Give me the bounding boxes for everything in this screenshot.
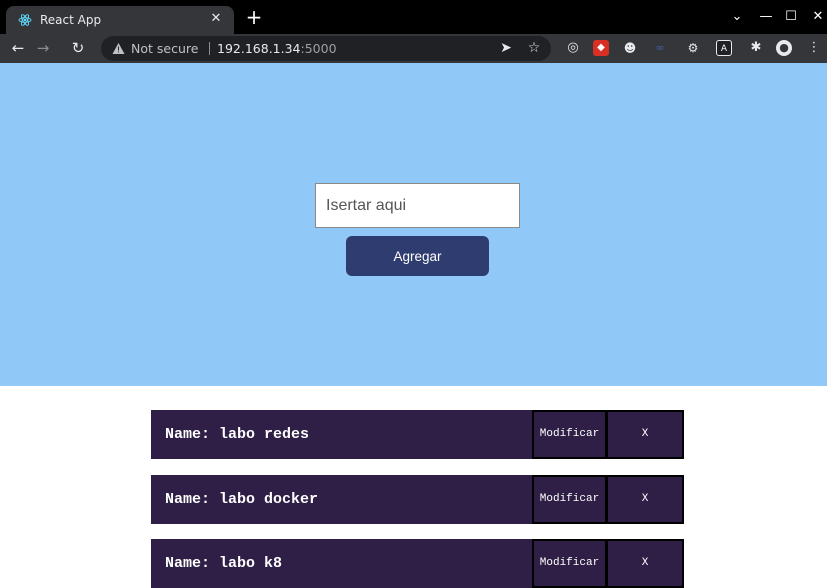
star-icon[interactable]: ☆ — [525, 39, 543, 57]
url-host: 192.168.1.34 — [217, 41, 301, 56]
item-name-value: labo docker — [219, 491, 319, 508]
security-status[interactable]: Not secure — [131, 41, 198, 56]
maximize-button[interactable]: ☐ — [781, 7, 801, 27]
add-button[interactable]: Agregar — [346, 236, 489, 276]
delete-button[interactable]: X — [606, 539, 684, 588]
tab-search-icon[interactable]: ⌄ — [727, 7, 747, 27]
forward-button[interactable]: → — [33, 38, 53, 58]
react-icon — [18, 14, 32, 26]
warning-icon — [112, 43, 125, 54]
delete-button[interactable]: X — [606, 410, 684, 459]
item-name-value: labo k8 — [219, 555, 283, 572]
extension-target-icon[interactable]: ◎ — [565, 40, 581, 56]
url-text[interactable]: 192.168.1.34:5000 — [217, 41, 337, 56]
list-item: Name: labo redes Modificar X — [151, 410, 684, 459]
menu-kebab-icon[interactable]: ⋮ — [806, 40, 822, 56]
item-name-value: labo redes — [219, 426, 310, 443]
new-tab-button[interactable]: + — [244, 7, 264, 28]
list-item: Name: labo docker Modificar X — [151, 475, 684, 524]
form-section: Agregar — [0, 63, 827, 386]
extension-gear-icon[interactable]: ⚙ — [685, 40, 701, 56]
back-button[interactable]: ← — [8, 38, 28, 58]
item-name: Name: labo docker — [165, 475, 318, 524]
close-window-button[interactable]: ✕ — [808, 7, 827, 27]
send-icon[interactable]: ➤ — [497, 39, 515, 57]
omnibox-divider — [209, 42, 210, 55]
reload-button[interactable]: ↻ — [68, 38, 88, 58]
item-name-label: Name: — [165, 491, 211, 508]
item-name-input[interactable] — [315, 183, 520, 228]
tab-title: React App — [40, 13, 102, 27]
extensions-puzzle-icon[interactable]: ✱ — [748, 40, 764, 56]
minimize-button[interactable]: — — [756, 7, 776, 27]
edit-button[interactable]: Modificar — [532, 539, 607, 588]
url-port: :5000 — [300, 41, 337, 56]
edit-button[interactable]: Modificar — [532, 410, 607, 459]
profile-avatar-icon[interactable]: ● — [776, 40, 792, 56]
item-name-label: Name: — [165, 555, 211, 572]
edit-button[interactable]: Modificar — [532, 475, 607, 524]
extension-a-icon[interactable]: A — [716, 40, 732, 56]
item-name: Name: labo redes — [165, 410, 309, 459]
extension-red-icon[interactable]: ◆ — [593, 40, 609, 56]
delete-button[interactable]: X — [606, 475, 684, 524]
list-item: Name: labo k8 Modificar X — [151, 539, 684, 588]
address-bar[interactable]: Not secure 192.168.1.34:5000 ➤ ☆ — [101, 36, 551, 61]
tab-close-icon[interactable]: ✕ — [208, 11, 224, 27]
item-name: Name: labo k8 — [165, 539, 282, 588]
extension-face-icon[interactable]: ☻ — [622, 40, 638, 56]
browser-toolbar: ← → ↻ Not secure 192.168.1.34:5000 ➤ ☆ ◎… — [0, 34, 827, 63]
item-name-label: Name: — [165, 426, 211, 443]
extension-infinity-icon[interactable]: ∞ — [652, 40, 668, 56]
browser-tab-strip: React App ✕ + ⌄ — ☐ ✕ — [0, 0, 827, 34]
browser-tab[interactable]: React App ✕ — [6, 6, 234, 34]
